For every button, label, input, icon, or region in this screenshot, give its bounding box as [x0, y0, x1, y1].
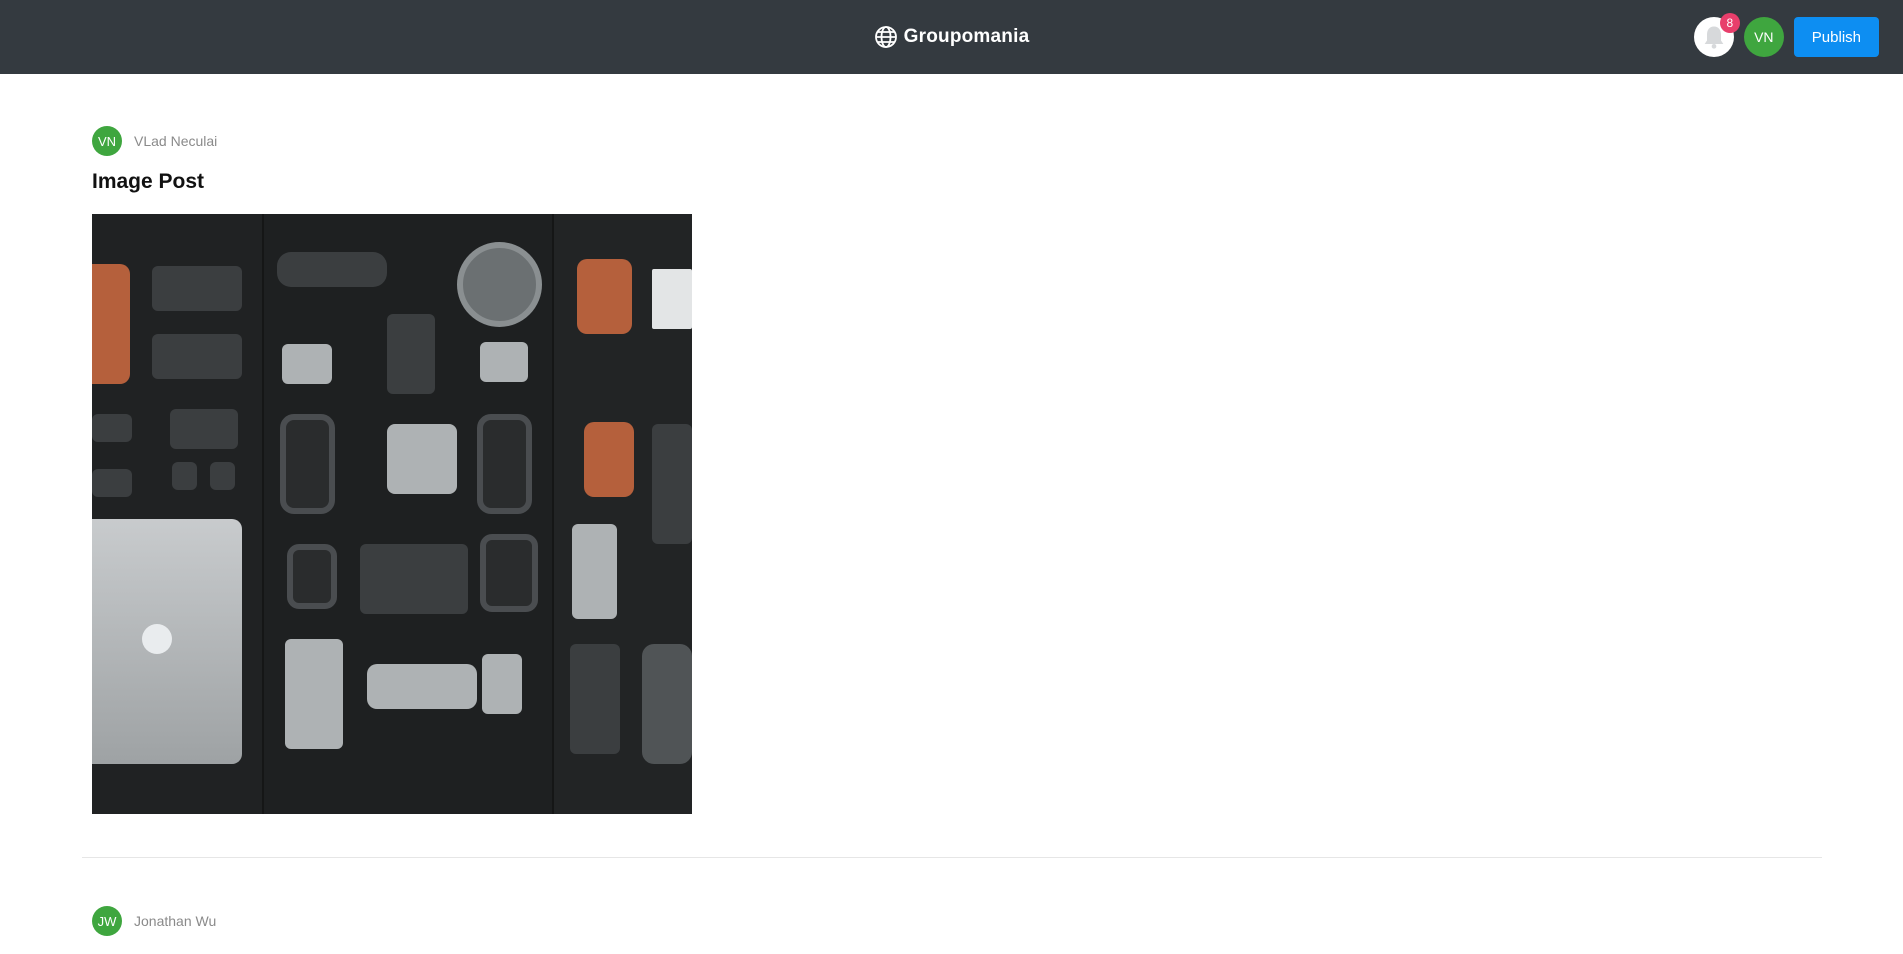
- post-separator: [82, 857, 1822, 858]
- author-avatar[interactable]: VN: [92, 126, 122, 156]
- brand-name: Groupomania: [903, 26, 1030, 47]
- publish-button[interactable]: Publish: [1793, 17, 1879, 57]
- author-name[interactable]: VLad Neculai: [134, 133, 217, 149]
- notification-count-badge: 8: [1719, 13, 1740, 33]
- author-name[interactable]: Jonathan Wu: [134, 913, 216, 929]
- post-card: JW Jonathan Wu: [92, 906, 216, 936]
- post-title[interactable]: Image Post: [92, 170, 692, 194]
- post-card: VN VLad Neculai Image Post: [92, 126, 692, 814]
- brand-logo[interactable]: Groupomania: [874, 25, 1030, 49]
- header-actions: 8 VN Publish: [1693, 13, 1879, 57]
- author-avatar[interactable]: JW: [92, 906, 122, 936]
- globe-icon: [874, 26, 897, 48]
- top-navbar: Groupomania 8 VN Publish: [0, 0, 1903, 74]
- notifications-button[interactable]: 8: [1693, 13, 1740, 57]
- post-image[interactable]: [92, 214, 692, 814]
- user-avatar[interactable]: VN: [1743, 17, 1784, 57]
- post-author: JW Jonathan Wu: [92, 906, 216, 936]
- post-author: VN VLad Neculai: [92, 126, 692, 156]
